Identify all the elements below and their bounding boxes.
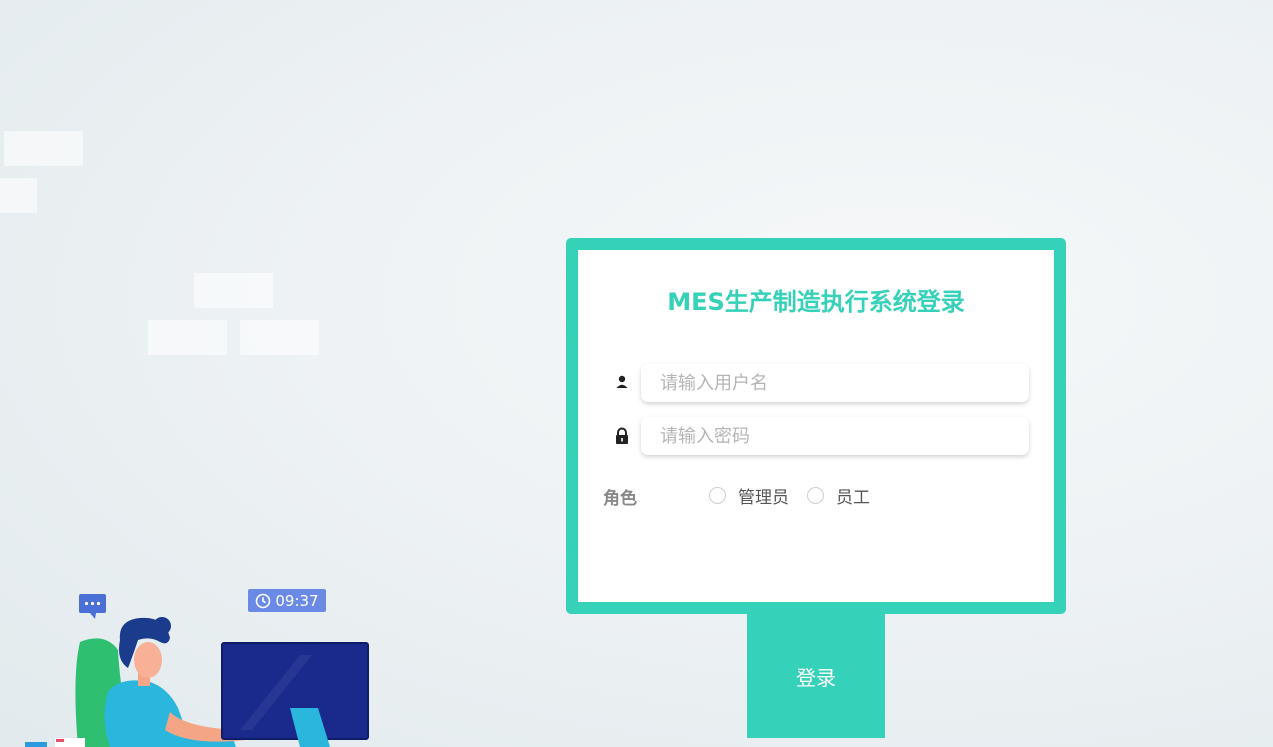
role-option-employee-label: 员工 [836, 487, 870, 508]
chat-bubble-icon [79, 594, 106, 619]
background-decoration [240, 320, 319, 355]
login-panel: MES生产制造执行系统登录 角色 管理员 员工 [566, 238, 1066, 614]
login-title: MES生产制造执行系统登录 [667, 288, 965, 316]
lock-icon [614, 426, 630, 446]
username-input[interactable] [641, 364, 1029, 402]
password-input[interactable] [641, 417, 1029, 455]
role-selector: 角色 管理员 员工 [603, 482, 1043, 509]
radio-admin[interactable] [709, 486, 726, 504]
username-row [614, 364, 1034, 402]
role-option-admin-label: 管理员 [738, 487, 789, 508]
radio-employee[interactable] [807, 486, 824, 504]
role-label: 角色 [603, 489, 637, 509]
background-decoration [4, 131, 83, 166]
background-decoration [194, 273, 273, 308]
background-decoration [0, 178, 37, 213]
worker-illustration [25, 594, 369, 747]
password-row [614, 417, 1034, 455]
role-option-employee[interactable]: 员工 [807, 484, 870, 508]
user-icon [614, 373, 630, 393]
role-option-admin[interactable]: 管理员 [709, 484, 789, 508]
background-decoration [148, 320, 227, 355]
login-button[interactable]: 登录 [747, 614, 885, 738]
